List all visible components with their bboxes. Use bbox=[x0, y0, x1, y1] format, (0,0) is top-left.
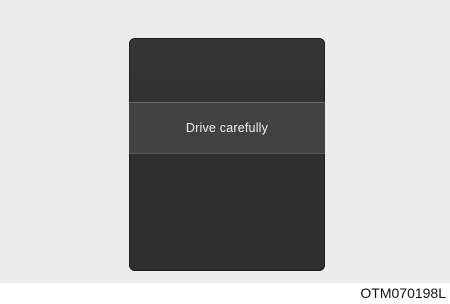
message-band: Drive carefully bbox=[129, 102, 325, 154]
instrument-display: Drive carefully bbox=[129, 38, 325, 271]
display-message: Drive carefully bbox=[185, 121, 269, 135]
figure-code-label: OTM070198L bbox=[360, 285, 446, 301]
